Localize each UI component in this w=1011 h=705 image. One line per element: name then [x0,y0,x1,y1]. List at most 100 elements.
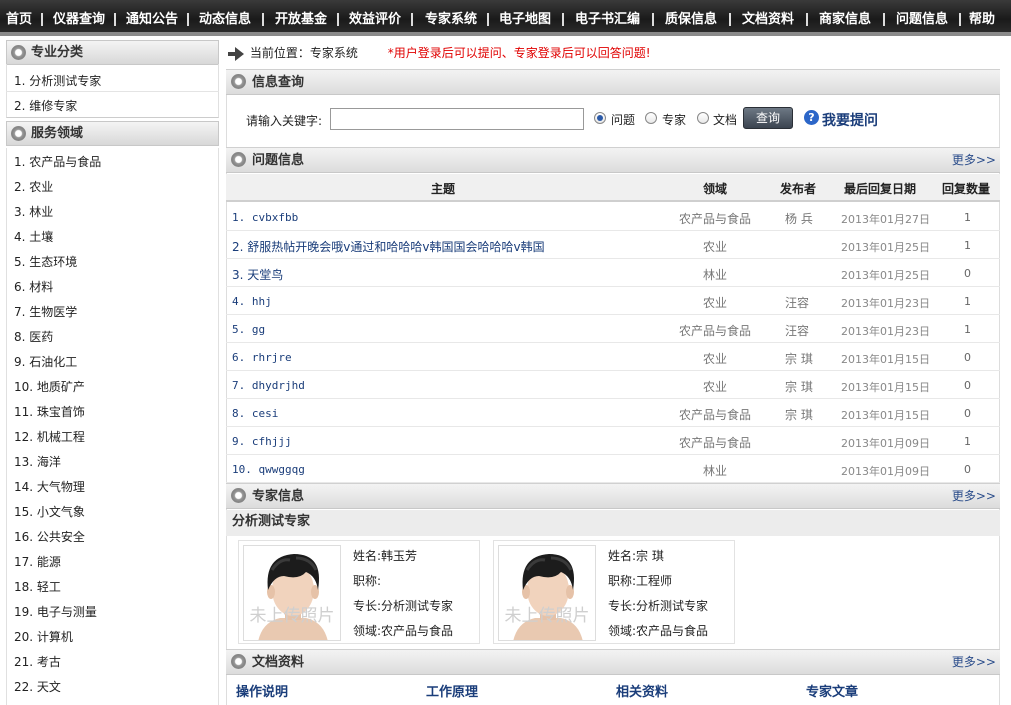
table-row[interactable]: 4. hhj 农业 汪容 2013年01月23日 1 [226,287,1000,315]
search-input[interactable] [330,108,584,130]
category-item[interactable]: 1. 分析测试专家 [14,72,101,89]
row-topic[interactable]: 6. rhrjre [232,351,292,364]
breadcrumb-label: 当前位置： [249,46,310,60]
domain-item[interactable]: 2. 农业 [14,178,53,195]
row-topic[interactable]: 2. 舒服热帖开晚会哦v通过和哈哈哈v韩国国会哈哈哈v韩国 [232,238,545,255]
field-label: 职称: [608,574,637,588]
nav-quality[interactable]: 质保信息 [665,0,717,36]
radio-document[interactable] [697,112,709,124]
domain-title: 服务领域 [31,126,84,141]
field-value[interactable]: 韩玉芳 [381,549,417,563]
doc-link-articles[interactable]: 专家文章 [806,681,858,700]
nav-separator [114,13,116,26]
domain-item[interactable]: 1. 农产品与食品 [14,153,101,170]
row-date: 2013年01月15日 [841,381,930,394]
bullet-circle-icon [11,45,26,60]
domain-item[interactable]: 22. 天文 [14,678,61,695]
row-date: 2013年01月25日 [841,241,930,254]
documents-panel [226,675,1000,705]
table-row[interactable]: 9. cfhjjj 农产品与食品 2013年01月09日 1 [226,427,1000,455]
domain-item[interactable]: 17. 能源 [14,553,61,570]
row-topic[interactable]: 10. qwwggqg [232,463,305,476]
bullet-circle-icon [231,152,246,167]
nav-map[interactable]: 电子地图 [499,0,551,36]
nav-fund[interactable]: 开放基金 [275,0,327,36]
expert-card[interactable]: 未上传照片 姓名:韩玉芳 职称: 专长:分析测试专家 领域:农产品与食品 [238,540,480,644]
domain-item[interactable]: 15. 小文气象 [14,503,85,520]
row-count: 0 [964,407,971,420]
questions-more-link[interactable]: 更多>> [952,148,996,173]
table-row[interactable]: 7. dhydrjhd 农业 宗 琪 2013年01月15日 0 [226,371,1000,399]
row-topic[interactable]: 8. cesi [232,407,278,420]
experts-more-link[interactable]: 更多>> [952,484,996,509]
table-row[interactable]: 10. qwwggqg 林业 2013年01月09日 0 [226,455,1000,483]
domain-item[interactable]: 9. 石油化工 [14,353,77,370]
domain-item[interactable]: 8. 医药 [14,328,53,345]
table-row[interactable]: 3. 天堂鸟 林业 2013年01月25日 0 [226,259,1000,287]
field-value[interactable]: 宗 琪 [636,549,664,563]
domain-item[interactable]: 7. 生物医学 [14,303,77,320]
nav-ebook[interactable]: 电子书汇编 [575,0,640,36]
table-row[interactable]: 1. cvbxfbb 农产品与食品 杨 兵 2013年01月27日 1 [226,203,1000,231]
row-topic[interactable]: 7. dhydrjhd [232,379,305,392]
row-topic[interactable]: 3. 天堂鸟 [232,266,283,283]
nav-help[interactable]: 帮助 [969,0,995,36]
domain-item[interactable]: 3. 林业 [14,203,53,220]
nav-merchants[interactable]: 商家信息 [819,0,871,36]
photo-placeholder-text: 未上传照片 [504,606,590,626]
col-domain: 领域 [703,182,728,196]
nav-separator [411,13,413,26]
domain-item[interactable]: 13. 海洋 [14,453,61,470]
domain-item[interactable]: 21. 考古 [14,653,61,670]
domain-item[interactable]: 4. 土壤 [14,228,53,245]
radio-expert-label[interactable]: 专家 [662,111,686,128]
nav-instrument[interactable]: 仪器查询 [53,0,105,36]
doc-link-principle[interactable]: 工作原理 [426,681,478,700]
query-button[interactable]: 查询 [743,107,793,129]
nav-news[interactable]: 动态信息 [199,0,251,36]
row-topic[interactable]: 5. gg [232,323,265,336]
domain-item[interactable]: 20. 计算机 [14,628,73,645]
table-row[interactable]: 8. cesi 农产品与食品 宗 琪 2013年01月15日 0 [226,399,1000,427]
domain-item[interactable]: 14. 大气物理 [14,478,85,495]
nav-home[interactable]: 首页 [6,0,32,36]
radio-document-label[interactable]: 文档 [713,111,737,128]
nav-notice[interactable]: 通知公告 [126,0,178,36]
nav-separator [487,13,489,26]
category-item[interactable]: 2. 维修专家 [14,97,77,114]
field-label: 专长: [608,599,637,613]
ask-question-link[interactable]: 我要提问 [822,110,878,130]
domain-item[interactable]: 18. 轻工 [14,578,61,595]
domain-item[interactable]: 19. 电子与测量 [14,603,97,620]
doc-link-related[interactable]: 相关资料 [616,681,668,700]
expert-card[interactable]: 未上传照片 姓名:宗 琪 职称:工程师 专长:分析测试专家 领域:农产品与食品 [493,540,735,644]
table-row[interactable]: 2. 舒服热帖开晚会哦v通过和哈哈哈v韩国国会哈哈哈v韩国 农业 2013年01… [226,231,1000,259]
nav-questions[interactable]: 问题信息 [896,0,948,36]
domain-item[interactable]: 11. 珠宝首饰 [14,403,85,420]
doc-link-manual[interactable]: 操作说明 [236,681,288,700]
breadcrumb: 当前位置：专家系统 *用户登录后可以提问、专家登录后可以回答问题! [228,44,651,62]
table-row[interactable]: 6. rhrjre 农业 宗 琪 2013年01月15日 0 [226,343,1000,371]
nav-expert-system[interactable]: 专家系统 [425,0,477,36]
table-row[interactable]: 5. gg 农产品与食品 汪容 2013年01月23日 1 [226,315,1000,343]
nav-documents[interactable]: 文档资料 [742,0,794,36]
row-topic[interactable]: 4. hhj [232,295,272,308]
nav-separator [729,13,731,26]
radio-question-label[interactable]: 问题 [611,111,635,128]
row-domain: 农产品与食品 [679,408,752,422]
domain-item[interactable]: 6. 材料 [14,278,53,295]
help-question-icon[interactable]: ? [804,110,819,125]
col-reply-count: 回复数量 [942,182,991,196]
domain-item[interactable]: 5. 生态环境 [14,253,77,270]
documents-more-link[interactable]: 更多>> [952,650,996,675]
row-date: 2013年01月25日 [841,269,930,282]
row-topic[interactable]: 1. cvbxfbb [232,211,298,224]
radio-expert[interactable] [645,112,657,124]
domain-item[interactable]: 10. 地质矿产 [14,378,85,395]
radio-question[interactable] [594,112,606,124]
domain-item[interactable]: 16. 公共安全 [14,528,85,545]
nav-evaluation[interactable]: 效益评价 [349,0,401,36]
questions-table-header: 主题 领域 发布者 最后回复日期 回复数量 [226,174,1000,202]
row-topic[interactable]: 9. cfhjjj [232,435,292,448]
domain-item[interactable]: 12. 机械工程 [14,428,85,445]
